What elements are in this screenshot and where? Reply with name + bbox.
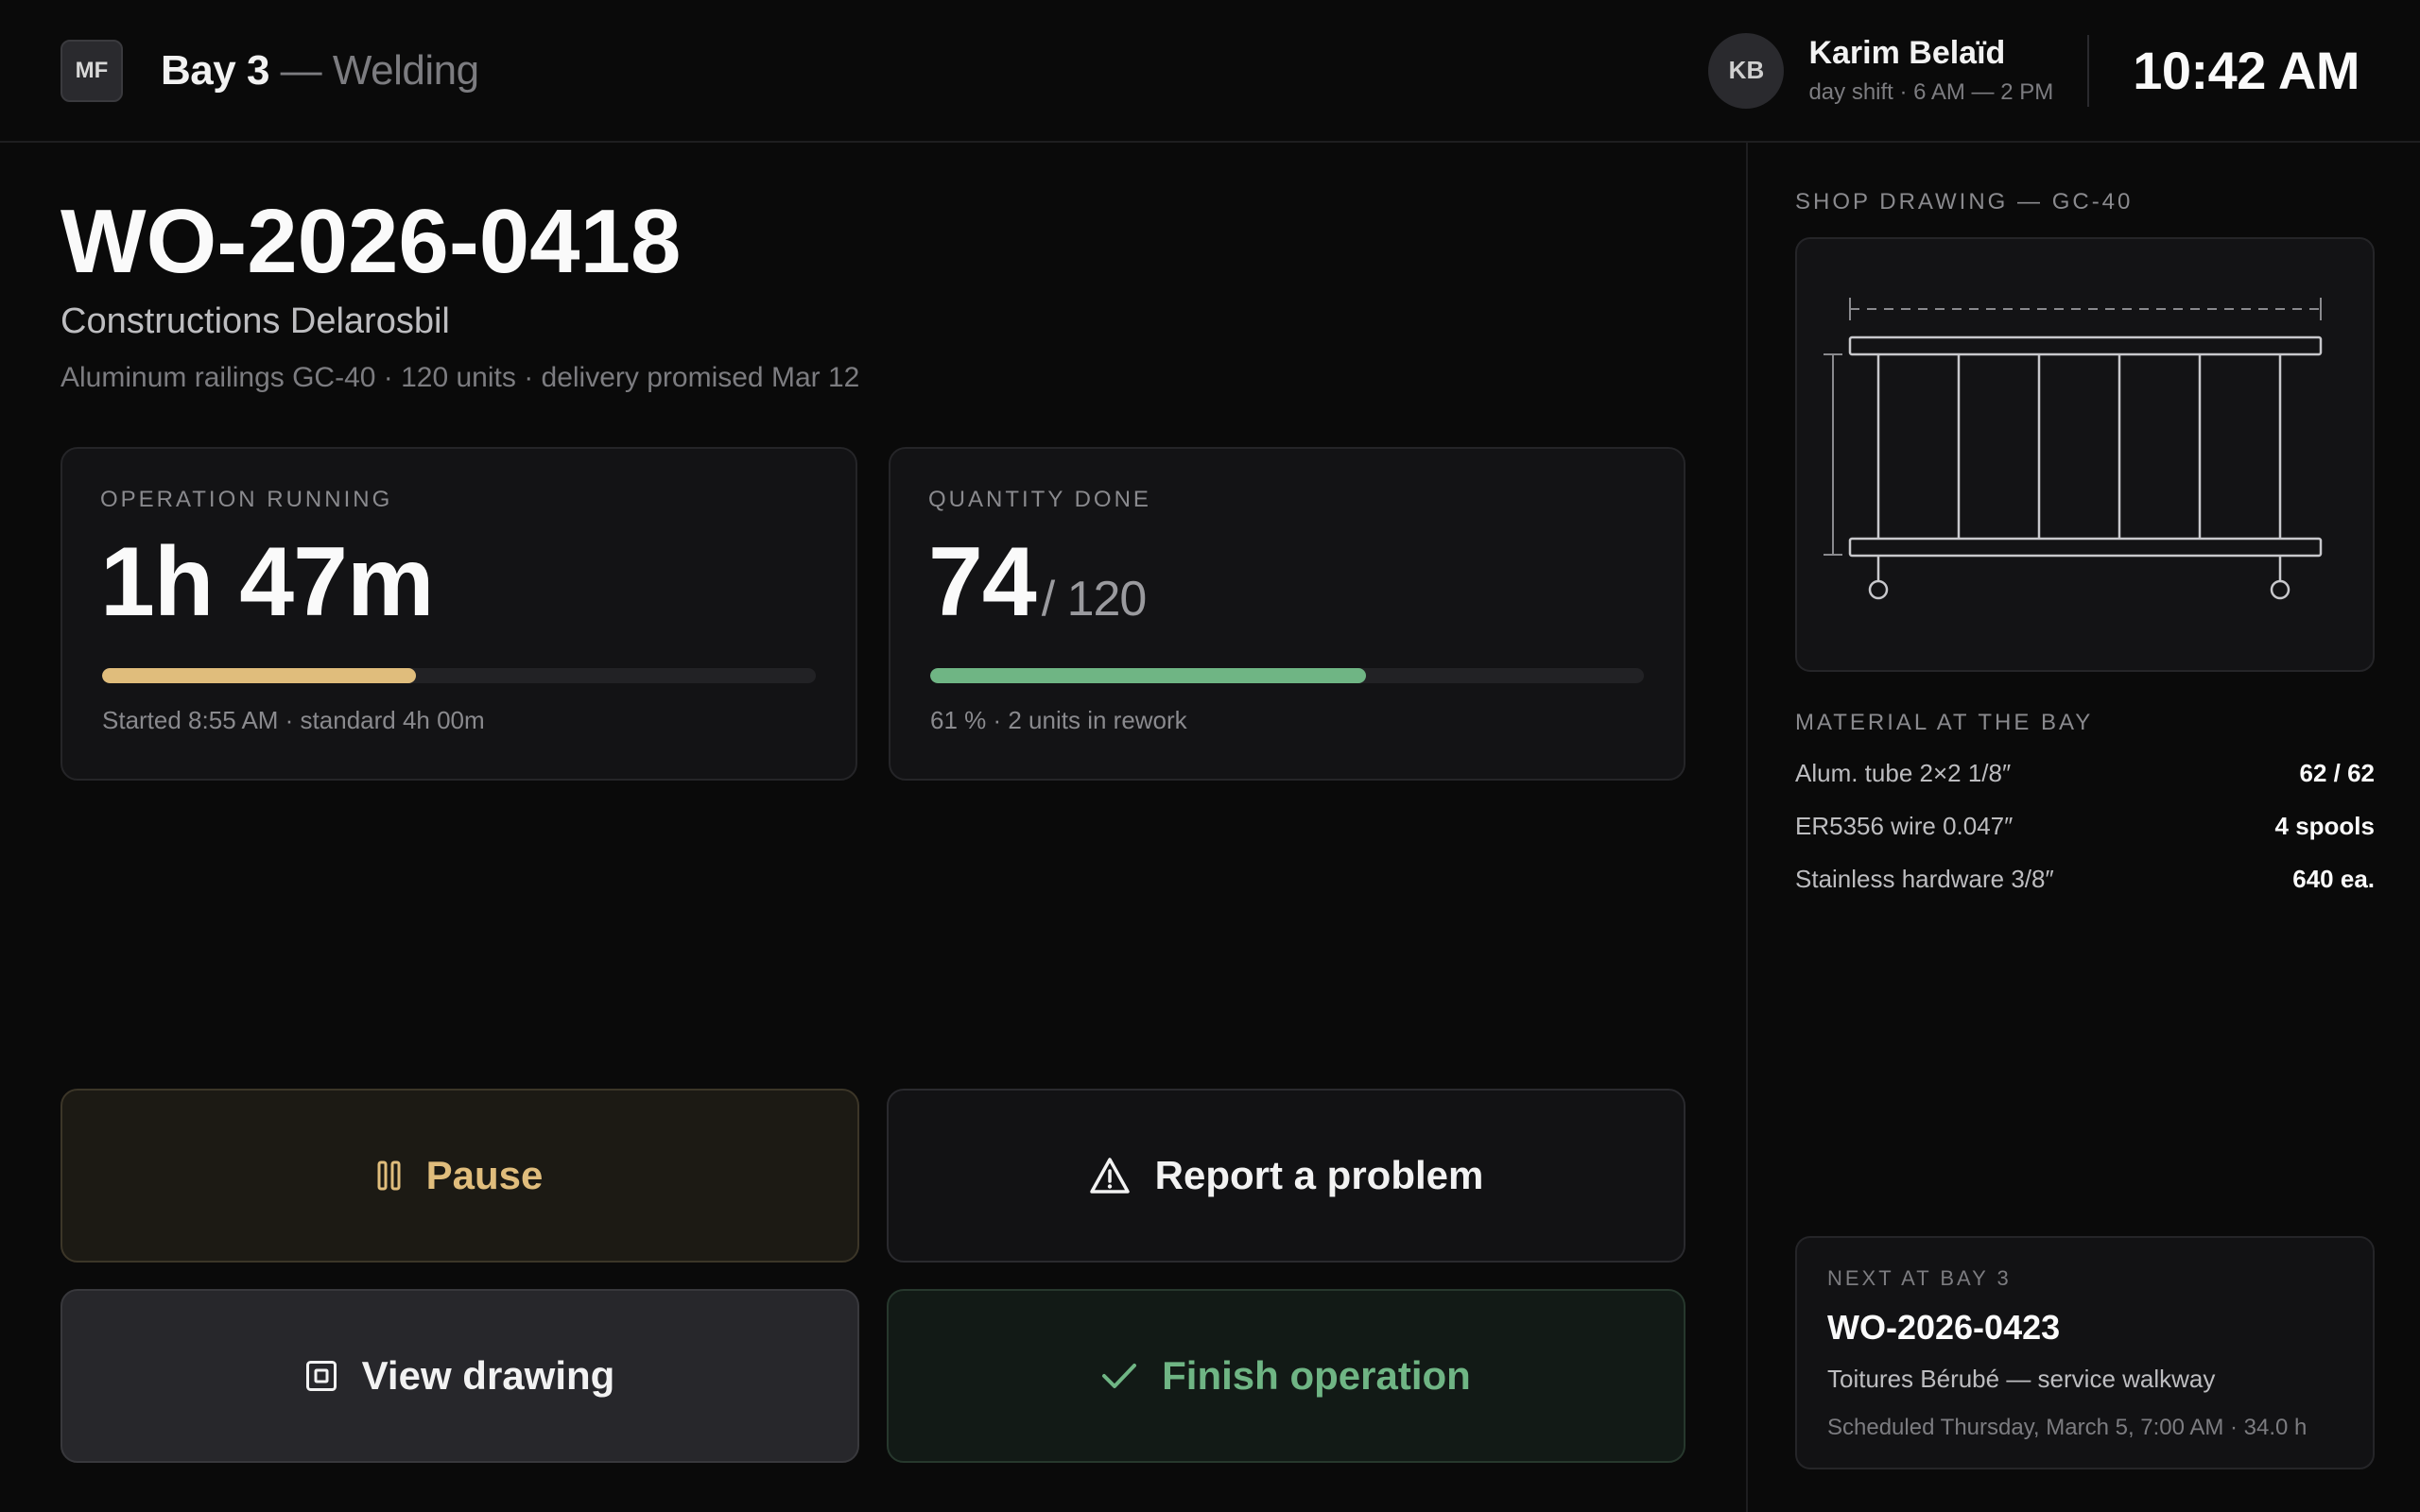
divider [2087,34,2090,107]
material-quantity: 62 / 62 [2299,759,2375,787]
operation-label: OPERATION RUNNING [100,487,393,512]
pause-button[interactable]: Pause [60,1089,859,1263]
next-order-card[interactable]: NEXT AT BAY 3 WO-2026-0423 Toitures Béru… [1795,1236,2375,1469]
material-quantity: 640 ea. [2292,865,2375,893]
main-panel: WO-2026-0418 Constructions Delarosbil Al… [60,143,1686,1512]
pause-icon [377,1160,402,1191]
next-order-client: Toitures Bérubé — service walkway [1827,1365,2216,1393]
operation-progress-bar [102,668,816,683]
check-icon [1101,1362,1137,1390]
clock: 10:42 AM [2133,41,2360,100]
operation-card: OPERATION RUNNING 1h 47m Started 8:55 AM… [60,447,857,781]
quantity-progress-bar [930,668,1644,683]
shop-drawing[interactable] [1795,237,2375,672]
quantity-total: / 120 [1041,572,1148,627]
operation-progress-fill [102,668,417,683]
user-area: KB Karim Belaïd day shift · 6 AM — 2 PM … [1708,32,2360,109]
user-name: Karim Belaïd [1808,35,2006,71]
side-panel: SHOP DRAWING — GC-40 MATERIAL AT THE BAY… [1746,143,2420,1512]
finish-operation-label: Finish operation [1162,1353,1471,1398]
view-drawing-label: View drawing [361,1353,615,1398]
quantity-label: QUANTITY DONE [928,487,1151,512]
operation-note: Started 8:55 AM · standard 4h 00m [102,706,485,734]
quantity-card: QUANTITY DONE 74/ 120 61 % · 2 units in … [889,447,1685,781]
quantity-value: 74/ 120 [928,526,1646,639]
next-order-label: NEXT AT BAY 3 [1827,1266,2012,1290]
order-description: Aluminum railings GC-40 · 120 units · de… [60,362,860,393]
report-problem-label: Report a problem [1154,1153,1484,1197]
report-problem-button[interactable]: Report a problem [887,1089,1685,1263]
bay-title: Bay 3 — Welding [161,47,479,94]
quantity-progress-fill [930,668,1366,683]
material-name: Alum. tube 2×2 1/8″ [1795,759,2012,787]
railing-drawing [1824,298,2323,600]
top-bar: MF Bay 3 — Welding KB Karim Belaïd day s… [0,0,2420,143]
material-name: Stainless hardware 3/8″ [1795,865,2054,893]
quantity-done: 74 [928,527,1037,637]
shop-drawing-label: SHOP DRAWING — GC-40 [1795,189,2134,215]
warning-triangle-icon [1089,1157,1131,1194]
app-logo: MF [60,39,123,102]
material-quantity: 4 spools [2274,812,2375,840]
client-name: Constructions Delarosbil [60,301,450,341]
station-name: — Welding [280,46,479,94]
finish-operation-button[interactable]: Finish operation [887,1289,1685,1463]
work-order-number: WO-2026-0418 [60,191,682,292]
material-name: ER5356 wire 0.047″ [1795,812,2014,840]
pause-label: Pause [425,1153,544,1197]
bay-name: Bay 3 [161,46,269,94]
user-shift: day shift · 6 AM — 2 PM [1808,79,2054,105]
quantity-note: 61 % · 2 units in rework [930,706,1187,734]
avatar[interactable]: KB [1708,32,1785,109]
user-info: Karim Belaïd day shift · 6 AM — 2 PM [1808,35,2053,106]
operation-elapsed: 1h 47m [100,527,434,637]
next-order-number: WO-2026-0423 [1827,1308,2061,1347]
next-order-schedule: Scheduled Thursday, March 5, 7:00 AM · 3… [1827,1415,2308,1440]
drawing-frame-icon [305,1360,337,1392]
view-drawing-button[interactable]: View drawing [60,1289,859,1463]
material-row: ER5356 wire 0.047″ 4 spools [1795,812,2375,841]
material-row: Stainless hardware 3/8″ 640 ea. [1795,865,2375,894]
material-label: MATERIAL AT THE BAY [1795,710,2094,735]
material-row: Alum. tube 2×2 1/8″ 62 / 62 [1795,759,2375,788]
